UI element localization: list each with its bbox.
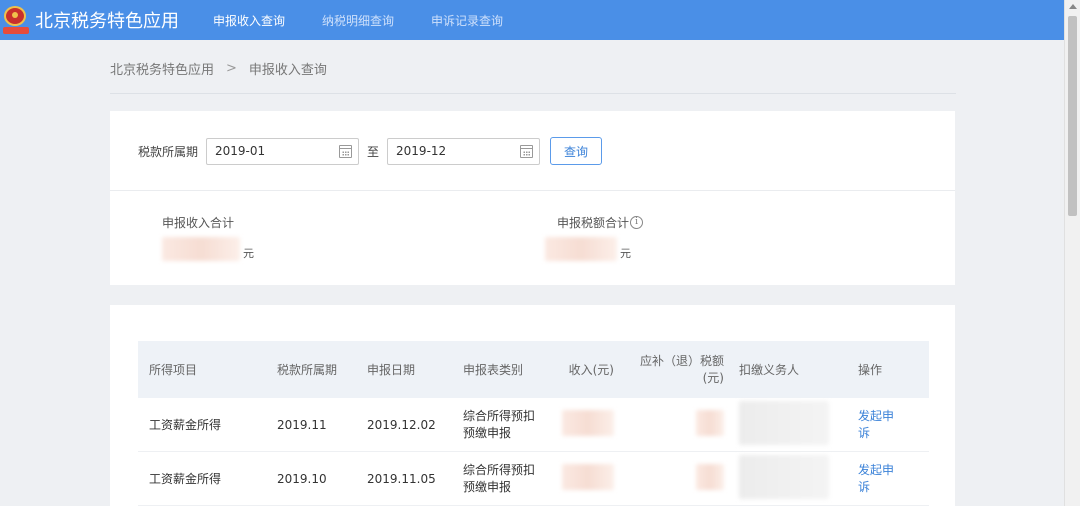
- cell-withholding-agent: [728, 455, 847, 502]
- results-card: 所得项目 税款所属期 申报日期 申报表类别 收入(元) 应补（退）税额(元) 扣…: [110, 305, 955, 506]
- nav-tax-detail-query[interactable]: 纳税明细查询: [322, 12, 394, 29]
- appeal-link[interactable]: 发起申诉: [858, 408, 898, 442]
- tax-unit: 元: [620, 247, 631, 260]
- breadcrumb-current: 申报收入查询: [248, 63, 327, 78]
- cell-period: 2019.11: [277, 417, 327, 432]
- tax-total-label: 申报税额合计: [557, 216, 630, 230]
- range-to-label: 至: [367, 144, 380, 159]
- table-row: 工资薪金所得 2019.11 2019.12.02 综合所得预扣预缴申报 发起申…: [138, 398, 929, 452]
- table-header: 所得项目 税款所属期 申报日期 申报表类别 收入(元) 应补（退）税额(元) 扣…: [138, 341, 929, 398]
- redacted-agent: [739, 401, 829, 445]
- redacted-amount: [562, 410, 614, 436]
- page-scrollbar[interactable]: [1064, 0, 1080, 506]
- start-period-input[interactable]: 2019-01: [206, 137, 360, 165]
- redacted-amount: [162, 237, 240, 261]
- nav-appeal-record-query[interactable]: 申诉记录查询: [431, 12, 503, 29]
- header-period: 税款所属期: [277, 363, 338, 377]
- cell-form-type: 综合所得预扣预缴申报: [463, 408, 536, 440]
- cell-form-type: 综合所得预扣预缴申报: [463, 462, 536, 494]
- cell-tax-due: [618, 410, 728, 439]
- income-summary: 申报收入合计 元: [162, 214, 254, 261]
- appeal-link[interactable]: 发起申诉: [858, 462, 898, 496]
- cell-date: 2019.12.02: [367, 417, 436, 432]
- cell-item: 工资薪金所得: [149, 472, 222, 486]
- breadcrumb-separator-icon: >: [226, 61, 237, 76]
- nav-income-query[interactable]: 申报收入查询: [213, 12, 285, 29]
- cell-tax-due: [618, 464, 728, 493]
- cell-action: 发起申诉: [847, 408, 929, 442]
- tax-summary: 申报税额合计 i 元: [545, 214, 644, 261]
- income-unit: 元: [243, 247, 254, 260]
- calendar-icon[interactable]: [520, 144, 534, 158]
- period-filter: 税款所属期 2019-01 至 2019-12 查询: [138, 137, 603, 165]
- end-period-input[interactable]: 2019-12: [387, 137, 541, 165]
- scroll-thumb[interactable]: [1068, 16, 1077, 216]
- breadcrumb-root[interactable]: 北京税务特色应用: [110, 59, 214, 78]
- cell-action: 发起申诉: [847, 462, 929, 496]
- query-button[interactable]: 查询: [550, 137, 603, 165]
- income-total-value: 元: [162, 237, 254, 261]
- breadcrumb: 北京税务特色应用 > 申报收入查询: [110, 59, 327, 78]
- header-income: 收入(元): [568, 363, 614, 377]
- period-label: 税款所属期: [138, 144, 199, 159]
- tax-total-value: 元: [545, 237, 643, 261]
- breadcrumb-divider: [110, 93, 956, 94]
- redacted-agent: [739, 455, 829, 499]
- cell-period: 2019.10: [277, 471, 327, 486]
- header-date: 申报日期: [367, 363, 416, 377]
- header-withholding-agent: 扣缴义务人: [739, 363, 800, 377]
- header-item: 所得项目: [149, 363, 198, 377]
- redacted-amount: [696, 464, 724, 490]
- end-period-value: 2019-12: [396, 144, 447, 158]
- table-row: 工资薪金所得 2019.10 2019.11.05 综合所得预扣预缴申报 发起申…: [138, 452, 929, 506]
- app-title[interactable]: 北京税务特色应用: [35, 7, 179, 33]
- cell-item: 工资薪金所得: [149, 418, 222, 432]
- income-total-label: 申报收入合计: [162, 216, 235, 230]
- redacted-amount: [545, 237, 617, 261]
- redacted-amount: [696, 410, 724, 436]
- filter-card: 税款所属期 2019-01 至 2019-12 查询 申报收入合计 元 申报税额…: [110, 111, 955, 285]
- header-action: 操作: [858, 363, 883, 377]
- income-table: 所得项目 税款所属期 申报日期 申报表类别 收入(元) 应补（退）税额(元) 扣…: [138, 341, 929, 506]
- scroll-up-arrow-icon[interactable]: [1069, 4, 1077, 9]
- header-tax-due: 应补（退）税额(元): [639, 353, 724, 385]
- start-period-value: 2019-01: [215, 144, 266, 158]
- info-icon[interactable]: i: [630, 216, 644, 229]
- tax-total-label-row: 申报税额合计 i: [557, 214, 644, 231]
- cell-income: [536, 410, 618, 439]
- filter-divider: [110, 190, 955, 191]
- calendar-icon[interactable]: [339, 144, 353, 158]
- top-navigation-bar: 北京税务特色应用 申报收入查询 纳税明细查询 申诉记录查询: [0, 0, 1064, 40]
- main-nav: 申报收入查询 纳税明细查询 申诉记录查询: [213, 12, 540, 29]
- header-form-type: 申报表类别: [463, 363, 524, 377]
- cell-income: [536, 464, 618, 493]
- tax-emblem-logo: [3, 5, 29, 35]
- cell-date: 2019.11.05: [367, 471, 436, 486]
- cell-withholding-agent: [728, 401, 847, 448]
- redacted-amount: [562, 464, 614, 490]
